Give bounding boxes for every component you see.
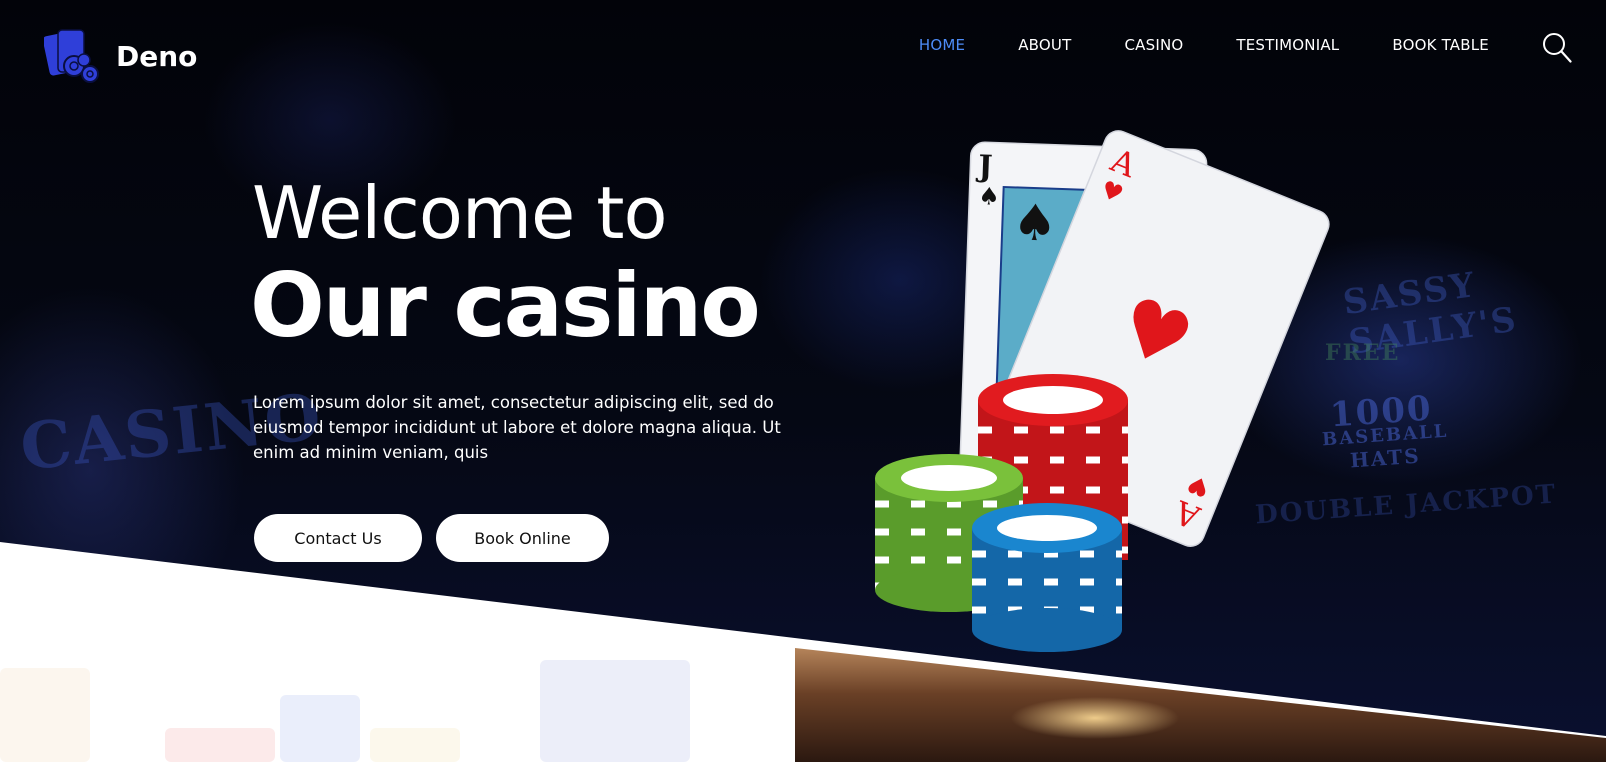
top-navbar: Deno HOME ABOUT CASINO TESTIMONIAL BOOK …	[0, 0, 1606, 100]
nav-item-book-table[interactable]: BOOK TABLE	[1392, 36, 1489, 54]
hero-description: Lorem ipsum dolor sit amet, consectetur …	[253, 393, 781, 462]
ghost-chip-red	[165, 728, 275, 762]
nav-item-about[interactable]: ABOUT	[1018, 36, 1071, 54]
hero-title-line2: Our casino	[250, 254, 761, 357]
contact-us-button[interactable]: Contact Us	[254, 514, 422, 562]
ghost-chip-red	[0, 668, 90, 762]
brand-name: Deno	[116, 39, 198, 73]
ghost-chip-blue	[540, 660, 690, 762]
search-icon	[1543, 33, 1572, 63]
cards-and-chips-illustration: J ♠ ♠ A ♥ ♥ A ♥	[875, 130, 1330, 652]
hero-title-line1: Welcome to	[252, 171, 668, 255]
jack-suit-large: ♠	[1011, 193, 1058, 253]
neon-sign-hats: HATS	[1349, 443, 1422, 473]
nav-item-casino[interactable]: CASINO	[1124, 36, 1183, 54]
ghost-chip-blue	[280, 695, 360, 762]
ghost-chip-gold	[370, 728, 460, 762]
jack-suit-small: ♠	[978, 182, 1000, 211]
nav-item-testimonial[interactable]: TESTIMONIAL	[1236, 36, 1339, 54]
book-online-button[interactable]: Book Online	[436, 514, 609, 562]
brand-logo[interactable]: Deno	[44, 26, 197, 86]
blue-chip-stack	[972, 503, 1122, 652]
nav-item-home[interactable]: HOME	[919, 36, 965, 54]
cards-and-chips-icon	[44, 29, 99, 83]
main-menu: HOME ABOUT CASINO TESTIMONIAL BOOK TABLE	[919, 36, 1489, 54]
search-button[interactable]	[1542, 32, 1572, 64]
neon-sign-free: FREE	[1325, 340, 1401, 366]
